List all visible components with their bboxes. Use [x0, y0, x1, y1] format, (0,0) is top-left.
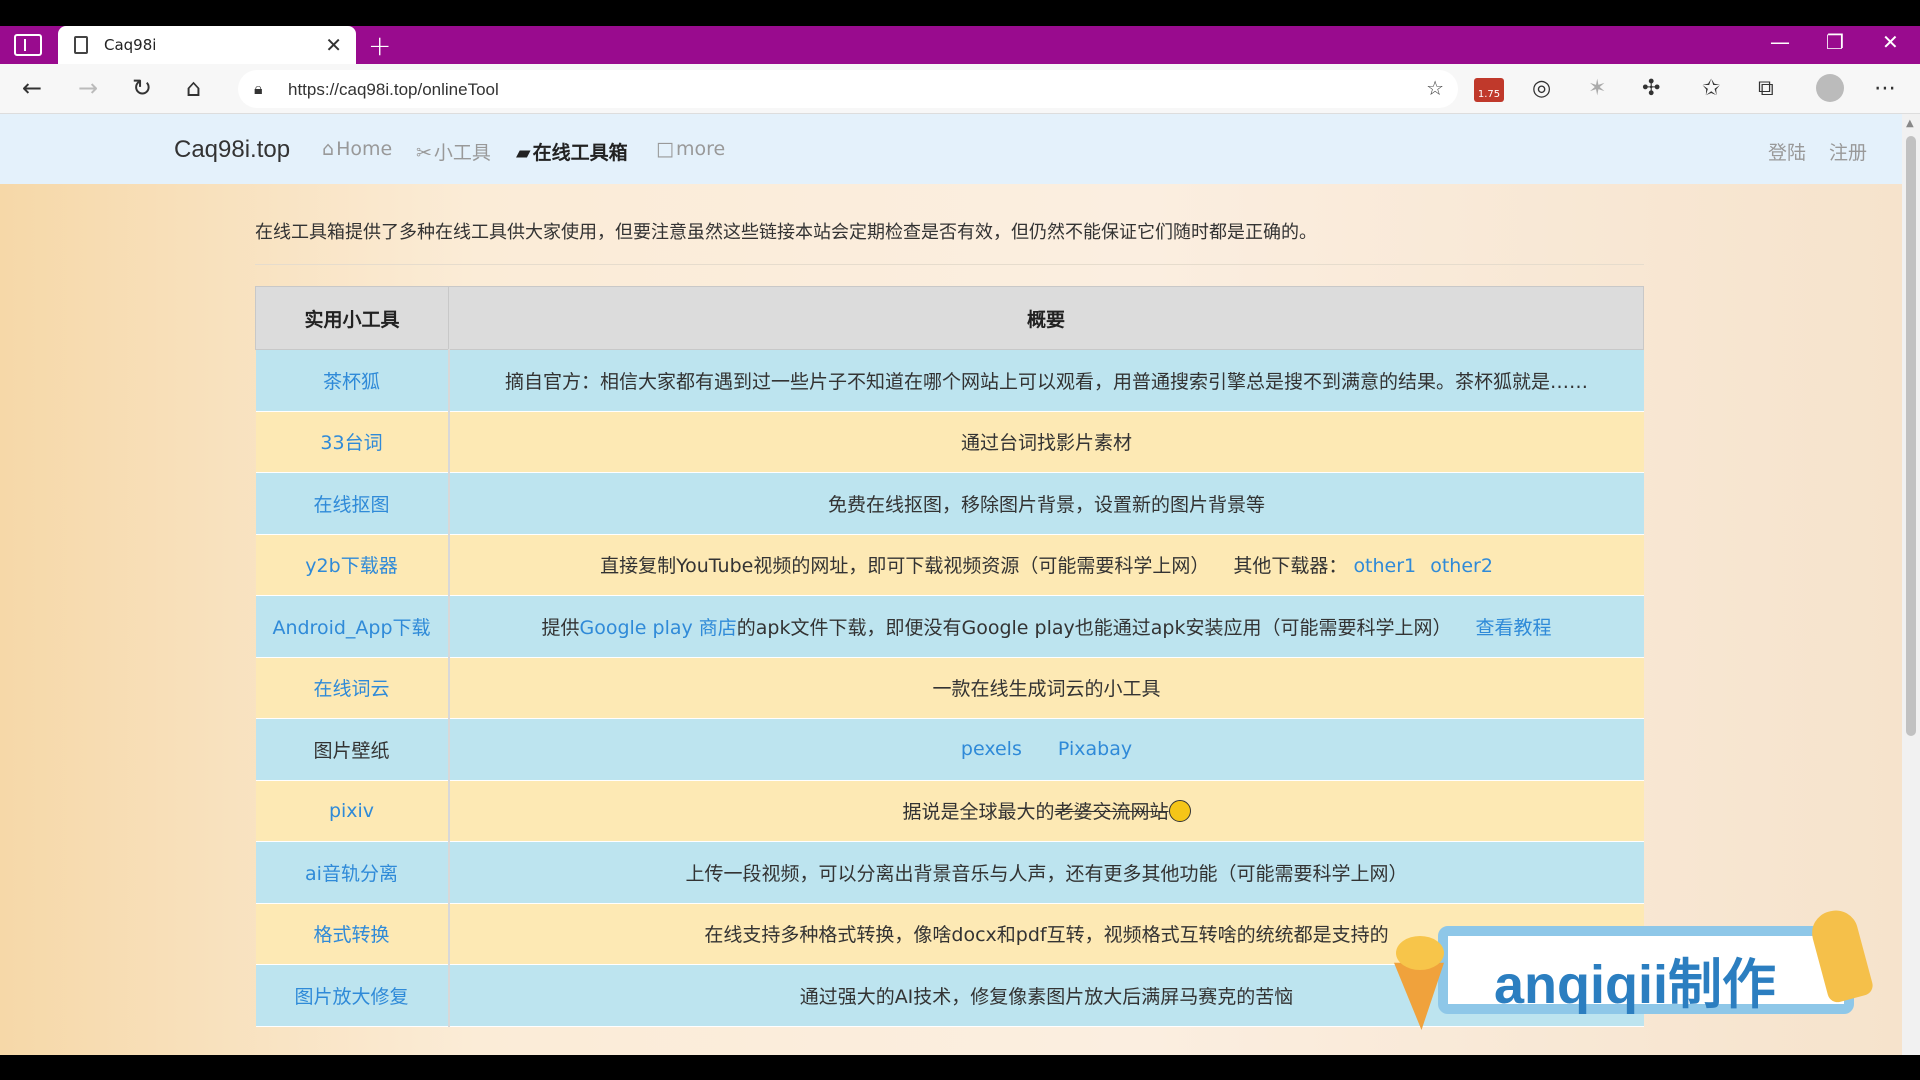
- smirk-emoji-icon: [1168, 800, 1191, 823]
- login-link[interactable]: 登陆: [1768, 138, 1806, 165]
- page-scrollbar[interactable]: ▲: [1902, 114, 1920, 1055]
- profile-avatar[interactable]: [1816, 74, 1844, 102]
- table-row: 在线抠图 免费在线抠图，移除图片背景，设置新的图片背景等: [255, 472, 1644, 535]
- collections-icon[interactable]: ⧉: [1758, 76, 1774, 101]
- site-navbar: Caq98i.top ⌂ Home ✂ 小工具 ▰ 在线工具箱 □ more 登陆 注册: [0, 114, 1902, 184]
- scrollbar-thumb[interactable]: [1906, 136, 1916, 736]
- tool-desc-strike: 老婆交流网站: [1054, 801, 1169, 824]
- tool-desc: 直接复制YouTube视频的网址，即可下载视频资源（可能需要科学上网） 其他下载…: [448, 534, 1644, 596]
- tool-desc: 提供Google play 商店的apk文件下载，即便没有Google play…: [448, 595, 1644, 658]
- favorites-icon[interactable]: ✩: [1702, 76, 1720, 101]
- tool-desc: pexels Pixabay: [448, 718, 1644, 781]
- tool-desc-text: 直接复制YouTube视频的网址，即可下载视频资源（可能需要科学上网）: [600, 555, 1210, 578]
- tab-actions-icon[interactable]: [14, 34, 42, 56]
- nav-more-label: more: [675, 138, 726, 160]
- register-link[interactable]: 注册: [1829, 138, 1867, 165]
- table-row: 在线词云 一款在线生成词云的小工具: [255, 657, 1644, 719]
- tool-desc: 据说是全球最大的老婆交流网站: [448, 780, 1644, 842]
- table-header-row: 实用小工具 概要: [255, 286, 1644, 350]
- site-brand[interactable]: Caq98i.top: [174, 136, 290, 164]
- lock-icon[interactable]: 🔒︎: [254, 79, 263, 99]
- tool-link[interactable]: 格式转换: [313, 924, 389, 946]
- nav-home[interactable]: ⌂ Home: [322, 138, 392, 160]
- watermark: anqiqii制作: [1394, 905, 1875, 1030]
- nav-online-toolbox[interactable]: ▰ 在线工具箱: [516, 138, 628, 165]
- tutorial-link[interactable]: 查看教程: [1476, 617, 1552, 639]
- pexels-link[interactable]: pexels: [961, 738, 1022, 760]
- extensions-puzzle-icon[interactable]: ✣: [1642, 76, 1660, 101]
- nav-tools[interactable]: ✂ 小工具: [416, 138, 491, 165]
- home-icon: ⌂: [322, 138, 335, 160]
- address-toolbar: ← → ↻ ⌂ 🔒︎ https://caq98i.top/onlineTool…: [0, 64, 1920, 114]
- header-tool: 实用小工具: [255, 286, 449, 350]
- tool-link[interactable]: 在线抠图: [313, 494, 389, 516]
- table-row: 茶杯狐 摘自官方：相信大家都有遇到过一些片子不知道在哪个网站上可以观看，用普通搜…: [255, 349, 1644, 412]
- browser-tab[interactable]: Caq98i ✕: [58, 26, 356, 64]
- tool-link[interactable]: 茶杯狐: [323, 371, 380, 393]
- other2-link[interactable]: other2: [1430, 555, 1493, 577]
- table-row: ai音轨分离 上传一段视频，可以分离出背景音乐与人声，还有更多其他功能（可能需要…: [255, 841, 1644, 904]
- tool-link[interactable]: 33台词: [320, 432, 382, 454]
- header-summary: 概要: [448, 286, 1644, 350]
- tool-link[interactable]: Android_App下载: [272, 617, 430, 639]
- nav-online-toolbox-label: 在线工具箱: [532, 142, 628, 164]
- tool-desc-post: 的apk文件下载，即便没有Google play也能通过apk安装应用（可能需要…: [736, 616, 1452, 639]
- tool-desc-pre: 据说是全球最大的: [902, 801, 1055, 824]
- screen-top-border: [0, 0, 1920, 26]
- tool-link[interactable]: 图片放大修复: [294, 986, 408, 1008]
- google-play-link[interactable]: Google play 商店: [579, 617, 736, 639]
- forward-icon[interactable]: →: [78, 74, 98, 102]
- address-bar[interactable]: 🔒︎ https://caq98i.top/onlineTool ☆: [238, 70, 1458, 108]
- nav-more[interactable]: □ more: [656, 138, 725, 160]
- close-tab-icon[interactable]: ✕: [325, 33, 342, 57]
- tool-desc: 通过台词找影片素材: [448, 411, 1644, 473]
- tool-desc: 摘自官方：相信大家都有遇到过一些片子不知道在哪个网站上可以观看，用普通搜索引擎总…: [448, 349, 1644, 412]
- table-row: 33台词 通过台词找影片素材: [255, 411, 1644, 473]
- watermark-text: anqiqii制作: [1494, 955, 1776, 1015]
- scroll-up-icon[interactable]: ▲: [1906, 118, 1914, 129]
- other-downloaders-label: 其他下载器：: [1233, 555, 1348, 578]
- back-icon[interactable]: ←: [22, 74, 42, 102]
- screen-bottom-border: [0, 1055, 1920, 1080]
- page-icon: [74, 36, 88, 54]
- tool-link[interactable]: 在线词云: [313, 678, 389, 700]
- scissors-icon: ✂: [416, 142, 432, 164]
- table-row: pixiv 据说是全球最大的老婆交流网站: [255, 780, 1644, 842]
- new-tab-icon[interactable]: +: [368, 29, 391, 62]
- extension-badge-count: 1.75: [1477, 89, 1501, 100]
- tool-desc: 免费在线抠图，移除图片背景，设置新的图片背景等: [448, 472, 1644, 535]
- nav-tools-label: 小工具: [433, 142, 491, 164]
- refresh-icon[interactable]: ↻: [132, 74, 152, 102]
- more-menu-icon[interactable]: ⋯: [1874, 76, 1896, 101]
- extension-badge-icon[interactable]: 1.75: [1474, 78, 1504, 102]
- table-row: Android_App下载 提供Google play 商店的apk文件下载，即…: [255, 595, 1644, 658]
- book-icon: □: [656, 138, 674, 160]
- tool-link[interactable]: pixiv: [329, 800, 374, 822]
- close-window-icon[interactable]: ✕: [1882, 30, 1899, 54]
- extension-disabled-icon[interactable]: ✶: [1588, 76, 1606, 101]
- divider: [255, 264, 1644, 265]
- home-icon[interactable]: ⌂: [186, 74, 201, 102]
- tool-link[interactable]: y2b下载器: [305, 555, 397, 577]
- minimize-icon[interactable]: —: [1770, 30, 1790, 54]
- tool-name: 图片壁纸: [313, 739, 390, 762]
- tool-desc: 一款在线生成词云的小工具: [448, 657, 1644, 719]
- tab-title: Caq98i: [104, 36, 157, 54]
- url-text[interactable]: https://caq98i.top/onlineTool: [288, 80, 499, 100]
- tool-desc-pre: 提供: [541, 616, 580, 639]
- pixabay-link[interactable]: Pixabay: [1058, 738, 1132, 760]
- other1-link[interactable]: other1: [1353, 555, 1416, 577]
- table-row: 图片壁纸 pexels Pixabay: [255, 718, 1644, 781]
- tool-desc: 上传一段视频，可以分离出背景音乐与人声，还有更多其他功能（可能需要科学上网）: [448, 841, 1644, 904]
- extension-icon[interactable]: ◎: [1532, 76, 1551, 101]
- ice-cream-scoop-icon: [1396, 936, 1444, 970]
- toolbox-icon: ▰: [516, 142, 531, 164]
- nav-home-label: Home: [336, 138, 393, 160]
- table-row: y2b下载器 直接复制YouTube视频的网址，即可下载视频资源（可能需要科学上…: [255, 534, 1644, 596]
- notice-text: 在线工具箱提供了多种在线工具供大家使用，但要注意虽然这些链接本站会定期检查是否有…: [255, 222, 1317, 243]
- add-favorite-icon[interactable]: ☆: [1426, 76, 1444, 100]
- browser-tab-bar: Caq98i ✕ + — ❐ ✕: [0, 26, 1920, 64]
- restore-icon[interactable]: ❐: [1826, 30, 1844, 54]
- tool-link[interactable]: ai音轨分离: [305, 863, 398, 885]
